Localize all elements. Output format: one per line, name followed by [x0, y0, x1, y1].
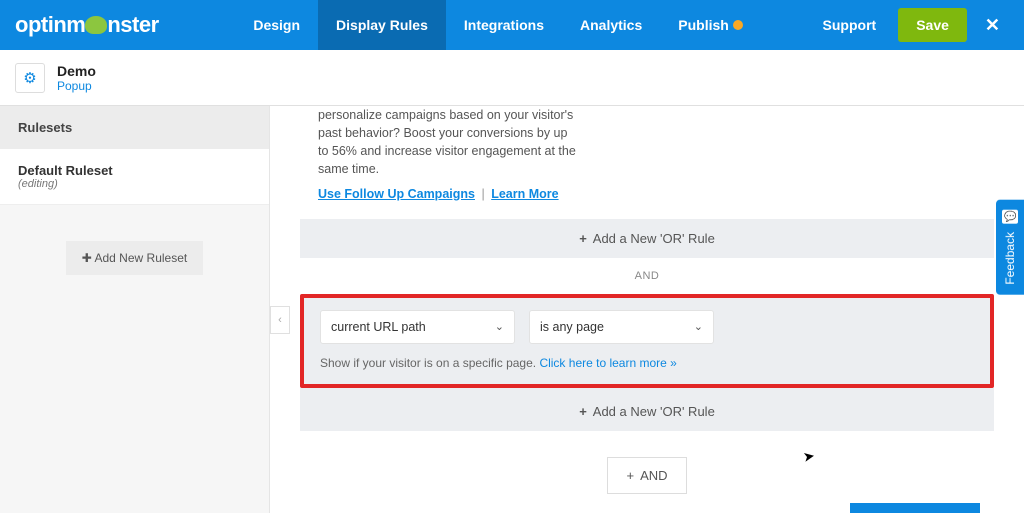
nav-analytics[interactable]: Analytics — [562, 0, 660, 50]
nav-display-rules[interactable]: Display Rules — [318, 0, 446, 50]
nav-integrations[interactable]: Integrations — [446, 0, 562, 50]
condition-select[interactable]: current URL path ⌄ — [320, 310, 515, 344]
gear-icon[interactable]: ⚙ — [15, 63, 45, 93]
save-button[interactable]: Save — [898, 8, 967, 42]
plus-icon: + — [579, 404, 587, 419]
feedback-tab[interactable]: Feedback 💬 — [996, 200, 1024, 295]
nav-right: Support Save ✕ — [813, 0, 1024, 50]
logo-text-left: optinm — [15, 12, 85, 37]
carousel-prev-button[interactable]: ‹ — [270, 306, 290, 334]
nav-tabs: Design Display Rules Integrations Analyt… — [184, 0, 813, 50]
peek-button — [850, 503, 980, 513]
plus-icon: + — [579, 231, 587, 246]
ruleset-status: (editing) — [18, 178, 251, 190]
add-or-rule-top[interactable]: +Add a New 'OR' Rule — [300, 219, 994, 258]
ruleset-name: Default Ruleset — [18, 163, 251, 178]
chevron-down-icon: ⌄ — [694, 320, 703, 333]
learn-more-link[interactable]: Learn More — [491, 187, 558, 201]
plus-icon: ✚ — [82, 251, 95, 265]
operator-select[interactable]: is any page ⌄ — [529, 310, 714, 344]
logo: optinm nster — [0, 12, 184, 38]
monster-icon — [85, 16, 107, 34]
rule-help-text: Show if your visitor is on a specific pa… — [320, 356, 974, 370]
campaign-title: Demo — [57, 63, 96, 79]
chevron-down-icon: ⌄ — [495, 320, 504, 333]
sidebar: Rulesets Default Ruleset (editing) ✚ Add… — [0, 106, 270, 513]
content-area: ‹ personalize campaigns based on your vi… — [270, 106, 1024, 513]
publish-alert-icon — [733, 20, 743, 30]
nav-support[interactable]: Support — [813, 0, 887, 50]
campaign-type: Popup — [57, 79, 96, 93]
add-ruleset-button[interactable]: ✚ Add New Ruleset — [66, 241, 203, 275]
promo-links: Use Follow Up Campaigns | Learn More — [318, 187, 976, 201]
promo-text: personalize campaigns based on your visi… — [318, 106, 578, 179]
nav-design[interactable]: Design — [235, 0, 318, 50]
close-icon[interactable]: ✕ — [979, 15, 1006, 36]
campaign-header: ⚙ Demo Popup — [0, 50, 1024, 106]
and-divider-label: AND — [270, 258, 1024, 294]
promo-card: personalize campaigns based on your visi… — [300, 106, 994, 219]
rule-learn-more-link[interactable]: Click here to learn more » — [539, 356, 676, 370]
sidebar-ruleset-item[interactable]: Default Ruleset (editing) — [0, 149, 269, 205]
chat-icon: 💬 — [1002, 210, 1018, 224]
nav-publish[interactable]: Publish — [660, 0, 761, 50]
main-area: Rulesets Default Ruleset (editing) ✚ Add… — [0, 106, 1024, 513]
plus-icon: + — [626, 468, 634, 483]
add-or-rule-bottom[interactable]: +Add a New 'OR' Rule — [300, 388, 994, 431]
rule-block-highlighted: current URL path ⌄ is any page ⌄ Show if… — [300, 294, 994, 388]
top-nav: optinm nster Design Display Rules Integra… — [0, 0, 1024, 50]
use-followup-link[interactable]: Use Follow Up Campaigns — [318, 187, 475, 201]
sidebar-heading: Rulesets — [0, 106, 269, 149]
add-and-button[interactable]: +AND — [607, 457, 686, 494]
logo-text-right: nster — [107, 12, 158, 37]
